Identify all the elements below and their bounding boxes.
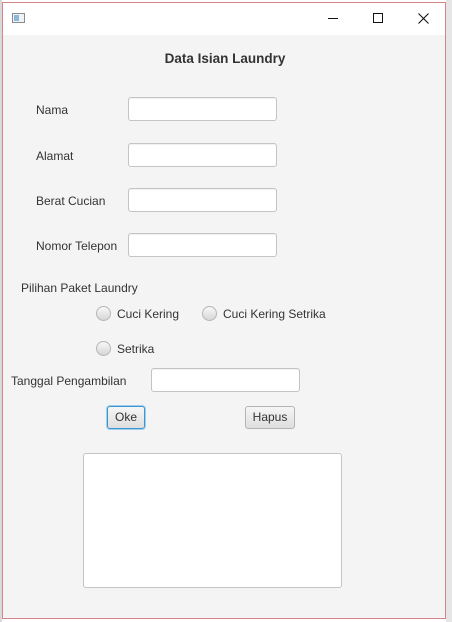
berat-cucian-label: Berat Cucian [36,194,106,208]
radio-cuci-kering[interactable] [96,306,111,321]
output-text-area[interactable] [83,453,342,588]
laundry-dialog-window: Data Isian Laundry Nama Alamat Berat Cuc… [2,2,446,619]
form-title: Data Isian Laundry [164,51,286,66]
java-app-icon [12,13,25,23]
radio-cuci-kering-setrika-label[interactable]: Cuci Kering Setrika [223,307,326,321]
maximize-icon[interactable] [355,3,401,35]
minimize-icon[interactable] [309,3,355,35]
radio-setrika-label[interactable]: Setrika [117,342,154,356]
radio-cuci-kering-setrika[interactable] [202,306,217,321]
alamat-label: Alamat [36,149,74,163]
title-bar [3,3,445,35]
oke-button[interactable]: Oke [107,406,145,429]
paket-laundry-label: Pilihan Paket Laundry [21,281,138,295]
nomor-telepon-label: Nomor Telepon [36,239,118,253]
nama-input[interactable] [128,97,277,121]
nama-label: Nama [36,103,69,117]
berat-cucian-input[interactable] [128,188,277,212]
hapus-button[interactable]: Hapus [245,406,295,429]
tanggal-pengambilan-label: Tanggal Pengambilan [11,374,127,388]
close-icon[interactable] [401,3,447,35]
radio-cuci-kering-label[interactable]: Cuci Kering [117,307,179,321]
radio-setrika[interactable] [96,341,111,356]
background-window-edge-right [446,0,452,622]
alamat-input[interactable] [128,143,277,167]
nomor-telepon-input[interactable] [128,233,277,257]
tanggal-pengambilan-input[interactable] [151,368,300,392]
